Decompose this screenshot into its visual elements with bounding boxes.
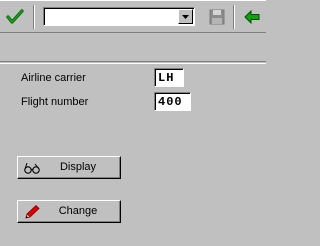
back-button[interactable] — [240, 5, 264, 29]
checkmark-icon — [6, 9, 24, 24]
floppy-disk-icon — [209, 9, 225, 25]
command-field[interactable] — [43, 7, 195, 26]
toolbar-separator — [33, 5, 35, 29]
divider — [0, 63, 266, 64]
flight-number-label: Flight number — [21, 96, 89, 108]
green-arrow-left-icon — [244, 10, 260, 24]
change-button-label: Change — [58, 205, 98, 217]
chevron-down-icon — [182, 14, 189, 19]
enter-button[interactable] — [3, 5, 27, 29]
display-button-label: Display — [59, 161, 97, 173]
change-button[interactable]: Change — [17, 200, 121, 223]
airline-carrier-input[interactable]: LH — [154, 68, 184, 87]
sap-screen: Airline carrier LH Flight number 400 Dis… — [0, 0, 266, 246]
toolbar-separator — [233, 5, 235, 29]
standard-toolbar — [0, 0, 266, 33]
display-button[interactable]: Display — [17, 156, 121, 179]
flight-number-input[interactable]: 400 — [154, 92, 191, 111]
airline-carrier-label: Airline carrier — [21, 72, 86, 84]
save-button[interactable] — [205, 5, 229, 29]
application-toolbar — [0, 34, 266, 62]
command-field-dropdown-button[interactable] — [178, 9, 193, 24]
